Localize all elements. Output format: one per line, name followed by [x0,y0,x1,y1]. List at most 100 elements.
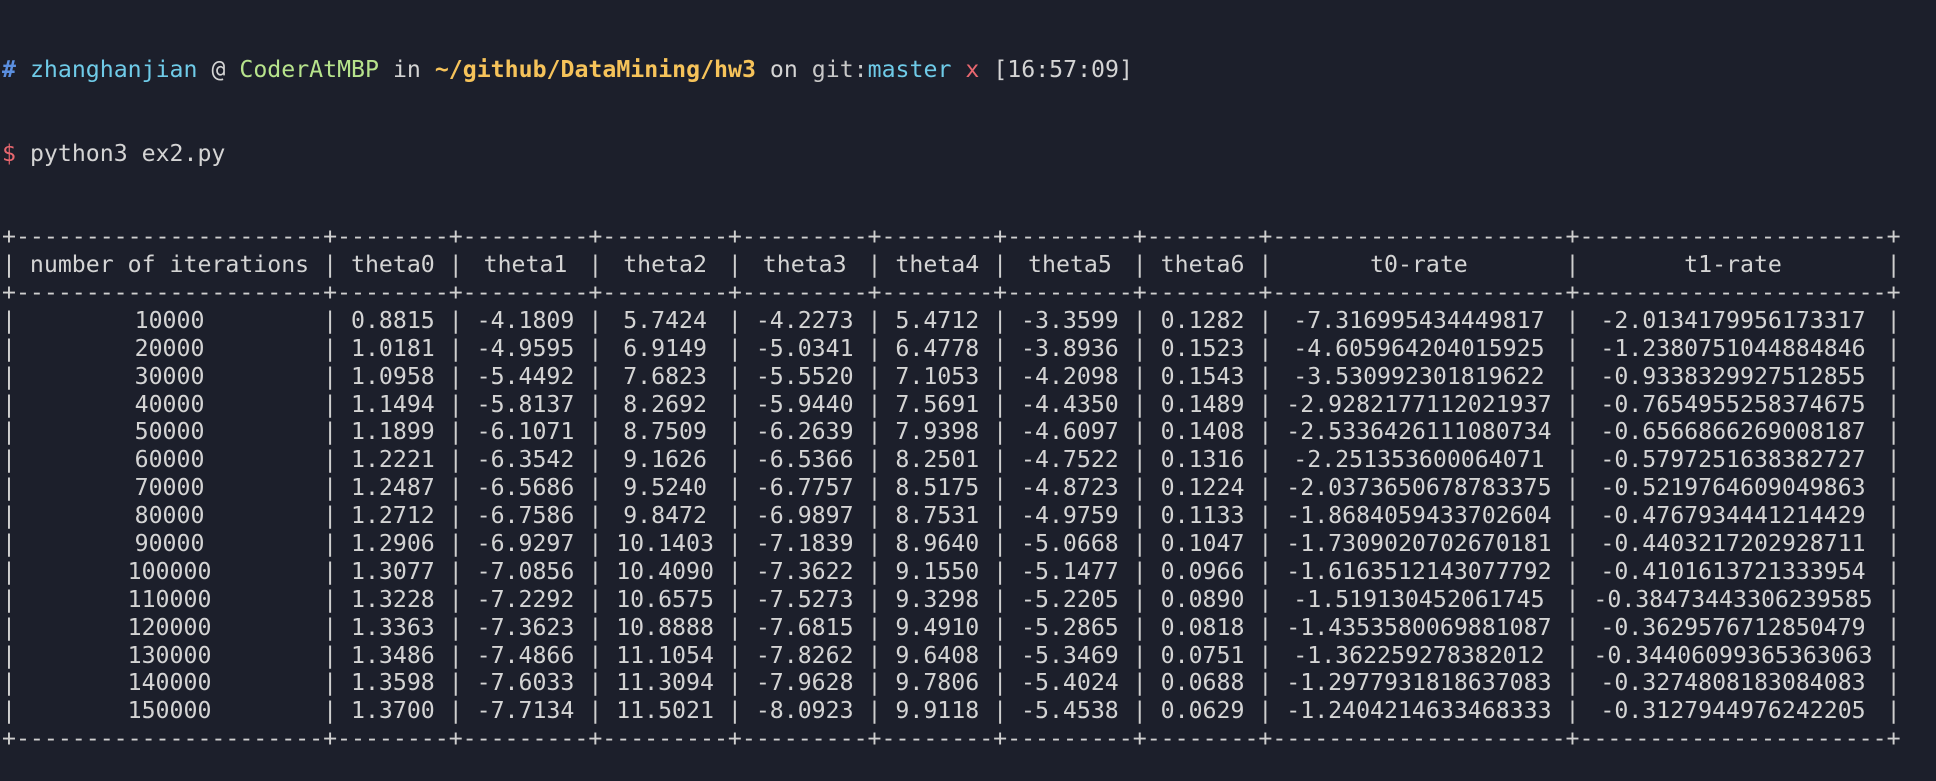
table-cell: -7.5273 [755,585,854,613]
column-separator: | [1258,362,1273,390]
column-separator: | [727,641,742,669]
column-separator: | [1565,641,1580,669]
column-separator: | [1258,334,1273,362]
column-separator: | [1258,474,1273,502]
prompt-line: # zhanghanjian @ CoderAtMBP in ~/github/… [2,56,1936,84]
table-cell: -5.5520 [755,362,854,390]
table-cell: -0.5797251638382727 [1600,446,1866,474]
table-cell: -7.4866 [476,641,575,669]
column-separator: | [2,446,16,474]
column-separator: | [1132,585,1147,613]
table-cell: 1.3598 [351,669,435,697]
table-cell: -0.4403217202928711 [1600,530,1866,558]
table-cell: -0.9338329927512855 [1600,362,1866,390]
table-cell: -1.2380751044884846 [1600,334,1866,362]
table-cell: -0.5219764609049863 [1600,474,1866,502]
table-cell: -5.0668 [1021,530,1119,558]
table-cell: 9.6408 [895,641,980,669]
column-separator: | [1886,251,1901,279]
table-cell: 10000 [134,306,205,334]
table-cell: 130000 [127,641,212,669]
column-separator: | [448,641,463,669]
table-cell: -7.6033 [476,669,575,697]
column-separator: | [448,530,463,558]
table-cell: -7.6815 [755,613,854,641]
table-cell: -5.4024 [1021,669,1119,697]
table-cell: 60000 [134,446,205,474]
column-separator: | [867,362,882,390]
table-row: | 20000 | 1.0181 | -4.9595 | 6.9149 | -5.0341 | 6.4… [2,335,1936,363]
table-cell: -1.2404214633468333 [1286,697,1552,725]
table-cell: 1.3700 [351,697,435,725]
column-separator: | [1258,669,1273,697]
column-separator: | [323,390,338,418]
column-separator: | [867,251,882,279]
prompt-host: CoderAtMBP [239,55,379,83]
column-separator: | [993,362,1008,390]
table-cell: 0.0966 [1160,557,1245,585]
table-row: | 40000 | 1.1494 | -5.8137 | 8.2692 | -5.9440 | 7.5… [2,391,1936,419]
table-row: | 130000 | 1.3486 | -7.4866 | 11.1054 | -7.8262 | 9… [2,642,1936,670]
table-cell: 90000 [134,530,205,558]
table-cell: -7.3622 [755,557,854,585]
column-separator: | [448,474,463,502]
table-cell: -6.9897 [755,502,854,530]
prompt-at: @ [211,55,226,83]
column-separator: | [993,390,1008,418]
prompt-time: [16:57:09] [993,55,1133,83]
table-cell: 0.0751 [1160,641,1245,669]
header-cell: t1-rate [1684,251,1782,279]
column-separator: | [727,418,742,446]
column-separator: | [1565,613,1580,641]
table-cell: -2.0134179956173317 [1600,306,1866,334]
column-separator: | [448,502,463,530]
column-separator: | [867,697,882,725]
table-cell: 1.3486 [351,641,435,669]
table-cell: 1.0181 [351,334,435,362]
table-cell: -6.7586 [476,502,575,530]
terminal-window[interactable]: # zhanghanjian @ CoderAtMBP in ~/github/… [0,0,1936,781]
table-row: | 10000 | 0.8815 | -4.1809 | 5.7424 | -4.2273 | 5.4… [2,307,1936,335]
column-separator: | [993,557,1008,585]
column-separator: | [448,585,463,613]
column-separator: | [588,641,603,669]
table-cell: -0.3629576712850479 [1600,613,1866,641]
table-cell: 0.0890 [1160,585,1245,613]
column-separator: | [588,530,603,558]
table-cell: 1.3228 [351,585,435,613]
column-separator: | [448,446,463,474]
column-separator: | [588,446,603,474]
column-separator: | [993,530,1008,558]
table-cell: -3.3599 [1021,306,1119,334]
prompt-on: on [769,55,798,83]
table-cell: 1.2487 [351,474,435,502]
table-cell: -5.1477 [1021,557,1119,585]
table-cell: -7.8262 [755,641,854,669]
column-separator: | [448,306,463,334]
column-separator: | [1886,474,1901,502]
table-cell: 1.2712 [351,502,435,530]
table-cell: 10.4090 [616,557,714,585]
column-separator: | [993,613,1008,641]
table-cell: -7.9628 [755,669,854,697]
column-separator: | [993,641,1008,669]
table-cell: 30000 [134,362,205,390]
column-separator: | [867,418,882,446]
column-separator: | [1132,697,1147,725]
column-separator: | [727,697,742,725]
column-separator: | [1132,669,1147,697]
table-cell: -7.1839 [755,530,854,558]
header-cell: theta0 [351,251,435,279]
column-separator: | [727,446,742,474]
column-separator: | [323,251,338,279]
column-separator: | [2,390,16,418]
column-separator: | [1886,530,1901,558]
column-separator: | [323,306,338,334]
ascii-table: +----------------------+--------+-------… [2,223,1936,753]
prompt-branch: master [867,55,952,83]
table-cell: 6.4778 [895,334,980,362]
column-separator: | [1565,334,1580,362]
column-separator: | [727,390,742,418]
table-cell: -0.34406099365363063 [1593,641,1873,669]
command-line[interactable]: $ python3 ex2.py [2,140,1936,168]
